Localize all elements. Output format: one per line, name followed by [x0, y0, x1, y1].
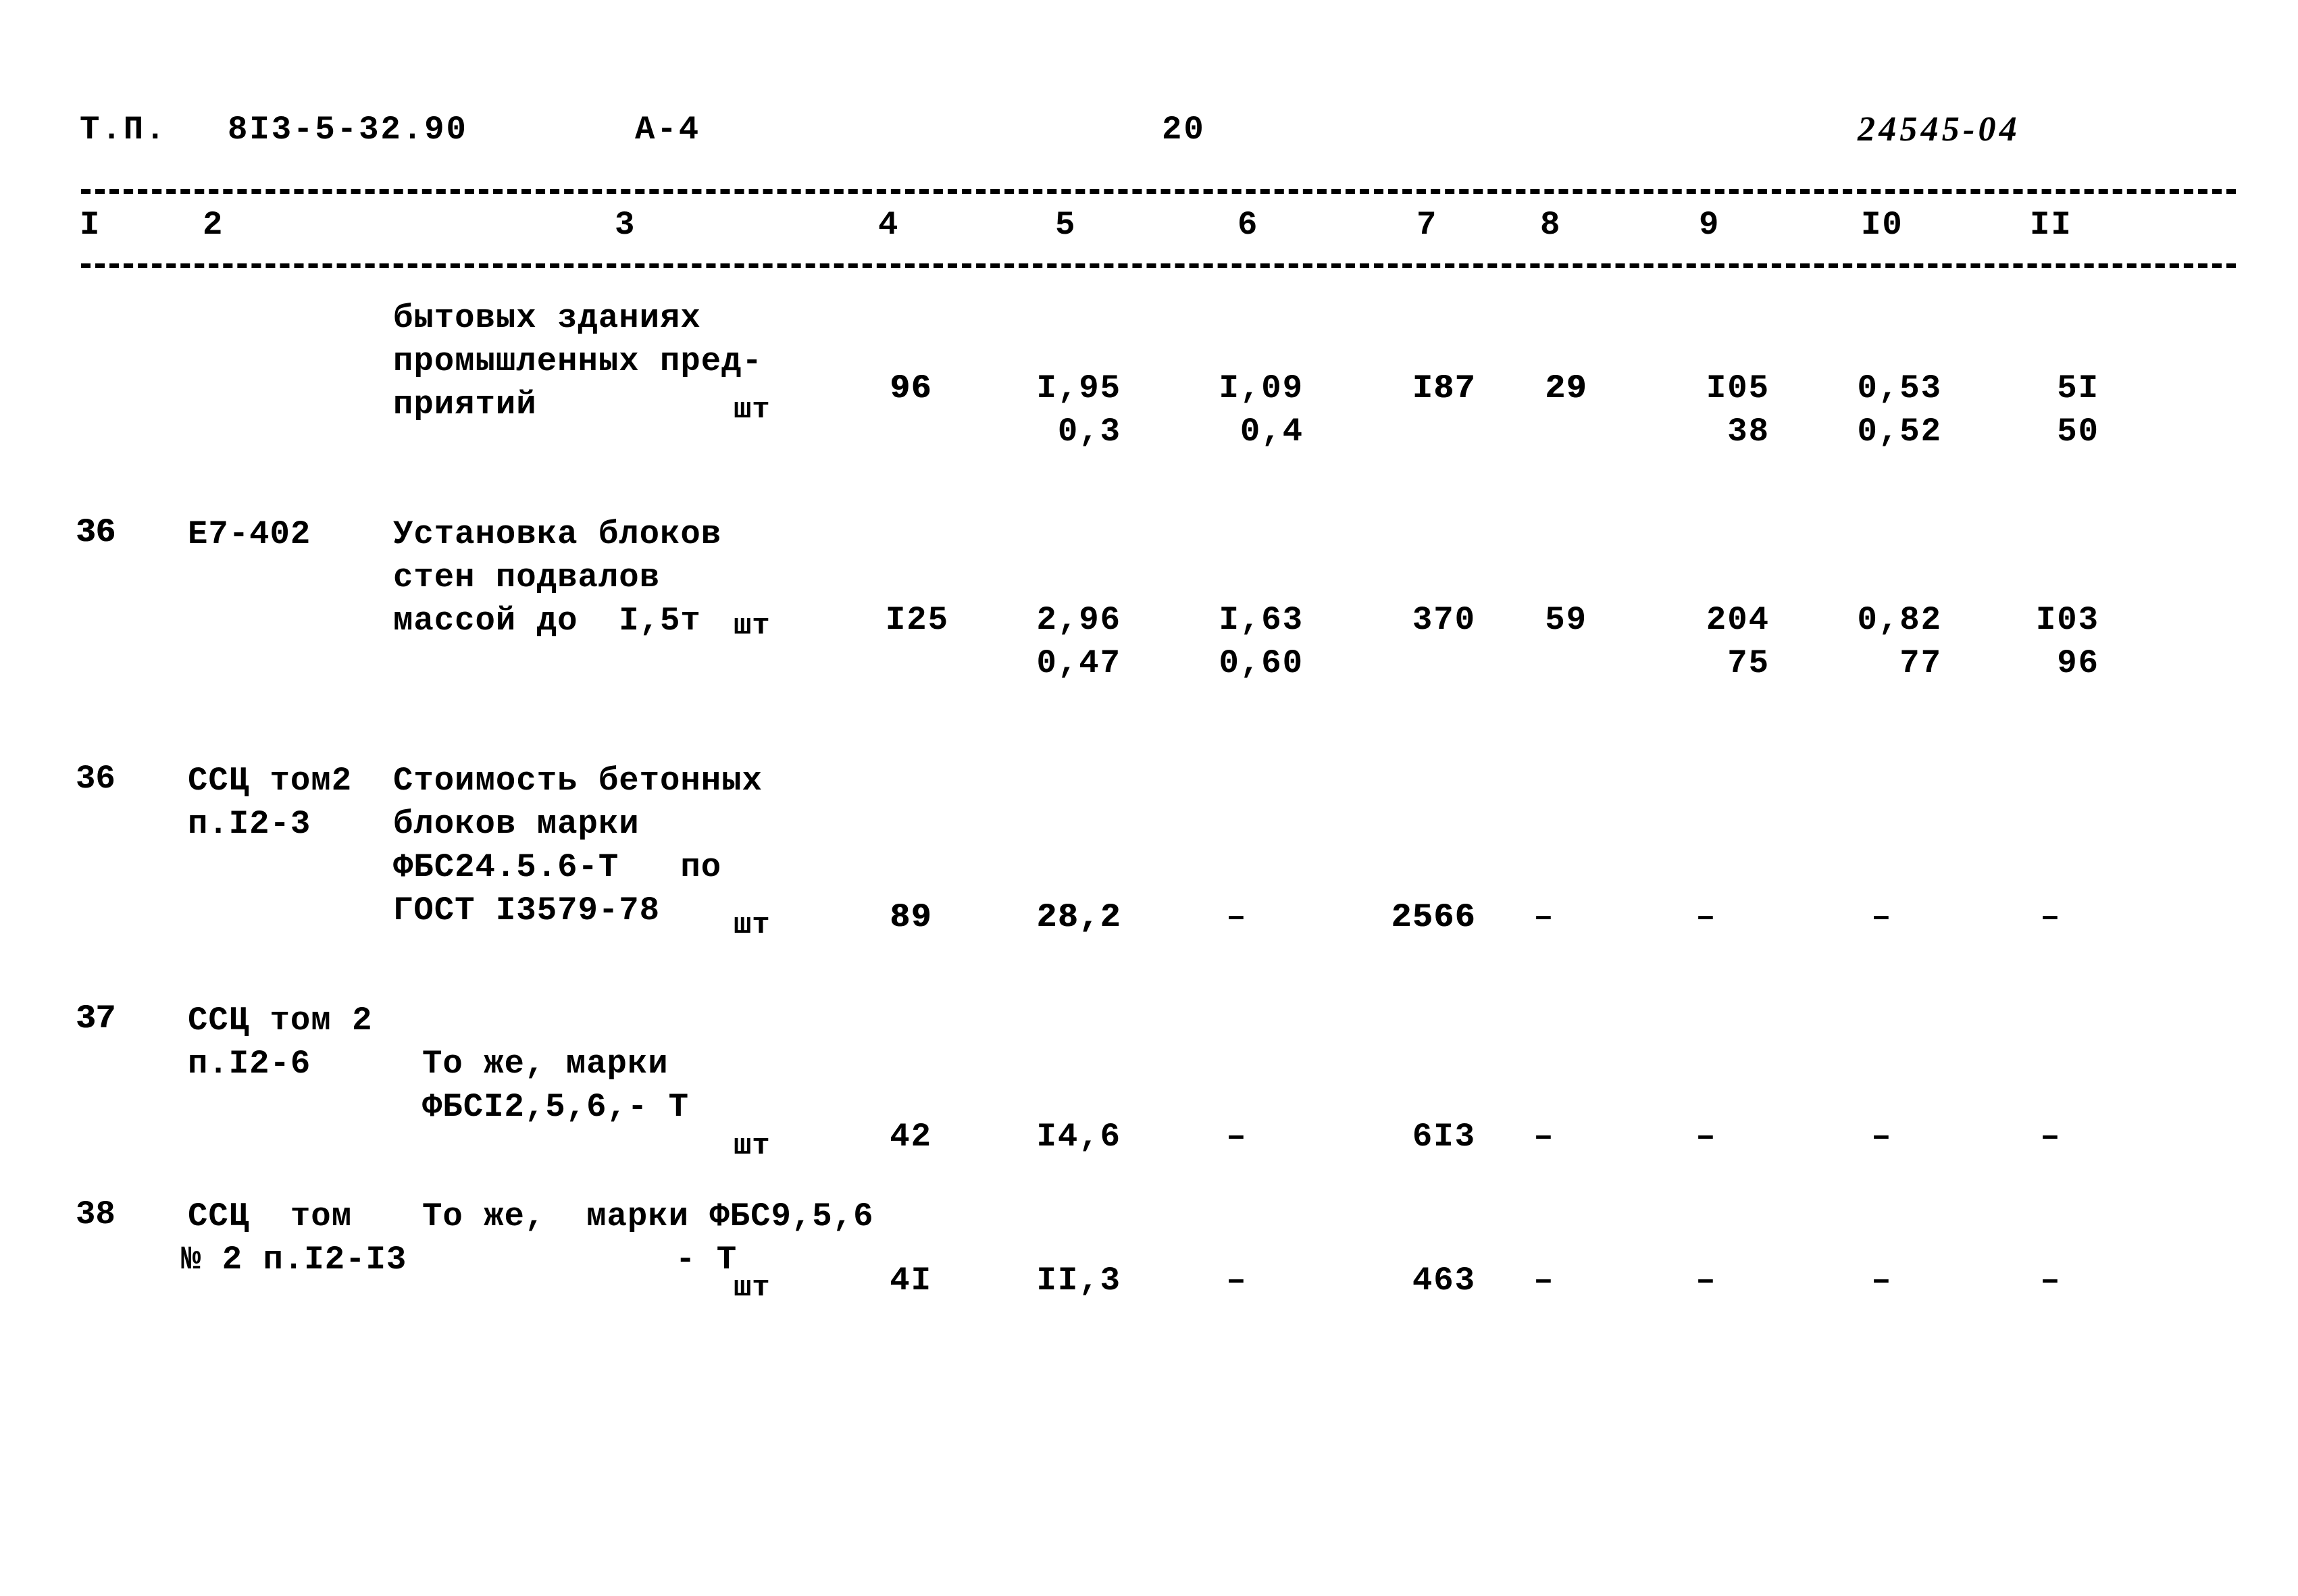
row-2-col7-value: 2566: [1391, 898, 1476, 936]
row-3-col9-value: –: [1695, 1118, 1716, 1156]
row-3-col5-value: I4,6: [1036, 1118, 1121, 1156]
row-3-norm-code-line-2: п.I2-6: [188, 1045, 311, 1083]
row-0-col9-value-bottom: 38: [1727, 413, 1770, 451]
row-3-description-line-2: ФБСI2,5,6,- Т: [422, 1088, 690, 1126]
row-1-col7-value: 370: [1412, 601, 1476, 639]
row-2-col4-value: 89: [890, 898, 932, 936]
row-2-description-line-3: ФБС24.5.6-Т по: [393, 848, 722, 886]
row-1-number: 36: [76, 513, 116, 551]
row-4-unit: шт: [734, 1271, 771, 1305]
page-number: 20: [1162, 111, 1206, 149]
row-2-description-line-1: Стоимость бетонных: [393, 762, 763, 800]
row-3-col6-value: –: [1226, 1118, 1246, 1156]
row-2-col11-value: –: [2040, 898, 2060, 936]
column-header-1: I: [80, 206, 101, 244]
row-1-col8-value: 59: [1545, 601, 1587, 639]
row-1-col9-value-bottom: 75: [1727, 644, 1770, 682]
row-1-col10-value-bottom: 77: [1899, 644, 1942, 682]
row-1-col6-value-top: I,63: [1219, 601, 1304, 639]
column-header-3: 3: [615, 206, 636, 244]
row-3-unit: шт: [734, 1129, 771, 1163]
column-header-4: 4: [878, 206, 900, 244]
row-2-norm-code-line-1: ССЦ том2: [188, 762, 353, 800]
row-3-description-line-1: То же, марки: [422, 1045, 669, 1083]
row-4-col7-value: 463: [1412, 1262, 1476, 1299]
row-2-col9-value: –: [1695, 898, 1716, 936]
row-3-col7-value: 6I3: [1412, 1118, 1476, 1156]
row-1-col5-value-bottom: 0,47: [1036, 644, 1121, 682]
row-0-col9-value-top: I05: [1706, 369, 1770, 407]
row-4-norm-code-line-2: № 2 п.I2-I3: [181, 1241, 407, 1279]
column-header-11: II: [2030, 206, 2072, 244]
row-0-col4-value: 96: [890, 369, 932, 407]
row-2-col6-value: –: [1226, 898, 1246, 936]
sheet-format: А-4: [635, 111, 701, 149]
row-2-description-line-4: ГОСТ I3579-78: [393, 892, 661, 929]
row-1-unit: шт: [734, 609, 771, 643]
column-header-10: I0: [1861, 206, 1904, 244]
row-4-col5-value: II,3: [1036, 1262, 1121, 1299]
row-2-col10-value: –: [1871, 898, 1891, 936]
row-1-col11-value-top: I03: [2035, 601, 2099, 639]
row-4-description-line-1: То же, марки ФБС9,5,6: [422, 1198, 874, 1235]
row-1-col11-value-bottom: 96: [2057, 644, 2099, 682]
row-3-col10-value: –: [1871, 1118, 1891, 1156]
row-1-col6-value-bottom: 0,60: [1219, 644, 1304, 682]
row-1-description-line-2: стен подвалов: [393, 559, 661, 596]
row-1-col4-value: I25: [885, 601, 949, 639]
document-type-label: Т.П.: [80, 111, 168, 149]
row-2-norm-code-line-2: п.I2-3: [188, 805, 311, 843]
row-4-col6-value: –: [1226, 1262, 1246, 1299]
project-code: 8I3-5-32.90: [228, 111, 468, 149]
row-2-col8-value: –: [1533, 898, 1554, 936]
row-0-col6-value-bottom: 0,4: [1240, 413, 1304, 451]
row-0-description-line-1: бытовых зданиях: [393, 299, 701, 337]
row-3-col11-value: –: [2040, 1118, 2060, 1156]
row-2-unit: шт: [734, 908, 771, 942]
row-2-number: 36: [76, 760, 116, 798]
column-header-7: 7: [1416, 206, 1438, 244]
row-1-col5-value-top: 2,96: [1036, 601, 1121, 639]
row-0-col8-value: 29: [1545, 369, 1587, 407]
column-header-5: 5: [1055, 206, 1077, 244]
row-4-col4-value: 4I: [890, 1262, 932, 1299]
row-0-unit: шт: [734, 393, 771, 427]
row-4-norm-code-line-1: ССЦ том: [188, 1198, 353, 1235]
row-3-col8-value: –: [1533, 1118, 1554, 1156]
row-0-col10-value-top: 0,53: [1857, 369, 1942, 407]
column-header-2: 2: [203, 206, 224, 244]
row-4-description-line-2: - Т: [675, 1241, 738, 1279]
row-0-col10-value-bottom: 0,52: [1857, 413, 1942, 451]
document-page: Т.П. 8I3-5-32.90 А-4 20 24545-04 I 2 3 4…: [0, 0, 2298, 1596]
row-0-col11-value-bottom: 50: [2057, 413, 2099, 451]
row-1-col10-value-top: 0,82: [1857, 601, 1942, 639]
row-1-col9-value-top: 204: [1706, 601, 1770, 639]
archive-stamp: 24545-04: [1858, 110, 2020, 149]
table-rule-top: [81, 189, 2236, 194]
row-3-col4-value: 42: [890, 1118, 932, 1156]
row-4-col11-value: –: [2040, 1262, 2060, 1299]
row-4-number: 38: [76, 1195, 116, 1233]
row-4-col10-value: –: [1871, 1262, 1891, 1299]
column-header-6: 6: [1237, 206, 1259, 244]
row-0-description-line-3: приятий: [393, 386, 537, 423]
row-0-col5-value-top: I,95: [1036, 369, 1121, 407]
row-0-col6-value-top: I,09: [1219, 369, 1304, 407]
column-header-8: 8: [1540, 206, 1562, 244]
column-header-9: 9: [1699, 206, 1720, 244]
row-4-col9-value: –: [1695, 1262, 1716, 1299]
row-2-col5-value: 28,2: [1036, 898, 1121, 936]
row-4-col8-value: –: [1533, 1262, 1554, 1299]
row-0-description-line-2: промышленных пред-: [393, 342, 763, 380]
table-rule-header-bottom: [81, 263, 2236, 268]
row-0-col7-value: I87: [1412, 369, 1476, 407]
row-1-norm-code: Е7-402: [188, 515, 311, 553]
row-1-description-line-3: массой до I,5т: [393, 602, 701, 640]
row-2-description-line-2: блоков марки: [393, 805, 640, 843]
row-0-col11-value-top: 5I: [2057, 369, 2099, 407]
row-0-col5-value-bottom: 0,3: [1057, 413, 1121, 451]
row-3-number: 37: [76, 1000, 116, 1037]
row-1-description-line-1: Установка блоков: [393, 515, 722, 553]
row-3-norm-code-line-1: ССЦ том 2: [188, 1002, 373, 1039]
